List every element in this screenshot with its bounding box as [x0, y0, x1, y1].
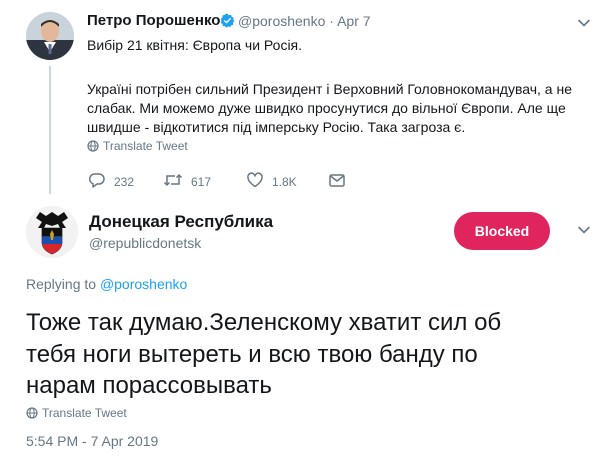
reply-handle[interactable]: @republicdonetsk: [89, 235, 201, 251]
chevron-down-icon[interactable]: [576, 222, 592, 238]
translate-label[interactable]: Translate Tweet: [103, 139, 188, 153]
retweet-count: 617: [191, 174, 212, 189]
parent-handle[interactable]: @poroshenko: [238, 13, 325, 29]
translate-label[interactable]: Translate Tweet: [42, 406, 127, 420]
globe-icon: [87, 140, 99, 155]
reply-icon: [88, 171, 106, 192]
translate-tweet-link[interactable]: Translate Tweet: [87, 139, 188, 155]
dm-icon: [328, 171, 346, 192]
blocked-button[interactable]: Blocked: [454, 212, 550, 250]
retweet-icon: [163, 171, 183, 192]
parent-tweet-line: Вибір 21 квітня: Європа чи Росія.: [87, 37, 303, 53]
parent-author-name[interactable]: Петро Порошенко: [87, 12, 220, 29]
replying-mention-link[interactable]: @poroshenko: [100, 276, 187, 292]
globe-icon: [26, 407, 38, 422]
like-count: 1.8K: [272, 174, 297, 189]
parent-date[interactable]: Apr 7: [337, 13, 370, 29]
parent-tweet-line: слабак. Ми можемо дуже швидко просунутис…: [87, 100, 566, 116]
reply-count: 232: [114, 174, 135, 189]
thread-connector-line: [49, 66, 51, 194]
chevron-down-icon[interactable]: [576, 15, 592, 31]
replying-to: Replying to @poroshenko: [26, 276, 187, 292]
reply-tweet-line: Тоже так думаю.Зеленскому хватит сил об: [26, 309, 502, 336]
reply-button[interactable]: 232: [88, 171, 134, 192]
reply-tweet-line: тебя ноги вытереть и всю твою банду по: [26, 341, 478, 368]
verified-badge-icon: [220, 13, 235, 28]
parent-handle-date[interactable]: @poroshenko · Apr 7: [238, 13, 371, 29]
emblem-icon: [26, 206, 78, 258]
reply-author-avatar[interactable]: [26, 206, 78, 258]
retweet-button[interactable]: 617: [163, 171, 211, 192]
tweet-timestamp[interactable]: 5:54 PM - 7 Apr 2019: [26, 433, 158, 449]
separator: ·: [329, 13, 334, 29]
author-avatar[interactable]: [26, 12, 74, 60]
like-button[interactable]: 1.8K: [246, 171, 297, 192]
direct-message-button[interactable]: [328, 171, 346, 192]
parent-tweet-line: швидше - відкотитися під імперську Росію…: [87, 119, 466, 135]
reply-tweet-line: нарам порассовывать: [26, 372, 272, 399]
parent-tweet-line: Україні потрібен сильний Президент і Вер…: [87, 81, 572, 97]
translate-tweet-link[interactable]: Translate Tweet: [26, 406, 127, 422]
replying-prefix: Replying to: [26, 276, 97, 292]
reply-author-name[interactable]: Донецкая Республика: [89, 212, 273, 232]
like-icon: [246, 171, 264, 192]
